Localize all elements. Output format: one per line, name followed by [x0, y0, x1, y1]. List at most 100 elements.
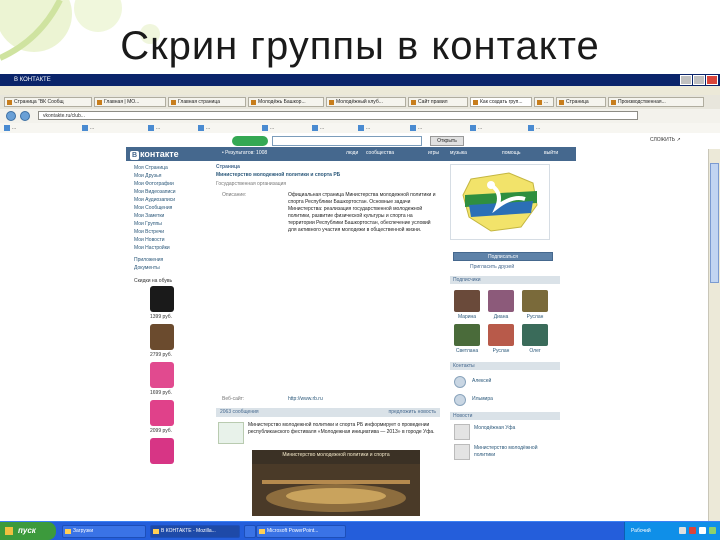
- page-label: Страница: [216, 164, 240, 170]
- member-name[interactable]: Светлана: [452, 348, 482, 354]
- scrollbar-thumb[interactable]: [710, 163, 719, 283]
- bookmark-item[interactable]: ...: [312, 125, 324, 131]
- member-name[interactable]: Олег: [520, 348, 550, 354]
- nav-people[interactable]: люди: [346, 150, 358, 157]
- nav-logout[interactable]: выйти: [544, 150, 558, 157]
- taskbar-item[interactable]: В КОНТАКТЕ - Mozilla...: [150, 525, 240, 538]
- post-text: Министерство молодежной политики и спорт…: [248, 422, 435, 435]
- volume-icon[interactable]: [699, 527, 706, 534]
- browser-tab[interactable]: ...: [534, 97, 554, 107]
- browser-tab[interactable]: Производственная...: [608, 97, 704, 107]
- suggest-news-link[interactable]: предложить новость: [388, 409, 436, 415]
- bookmark-icon: [82, 125, 88, 131]
- news-item[interactable]: Молодёжная Уфа: [474, 425, 560, 432]
- browser-tab[interactable]: Страница "ВК Сообщ: [4, 97, 92, 107]
- browser-tab[interactable]: Молодёжный клуб...: [326, 97, 406, 107]
- contact-name[interactable]: Ильмира: [472, 396, 493, 402]
- menu-friends[interactable]: Мои Друзья: [134, 172, 208, 180]
- favicon-icon: [171, 100, 176, 105]
- start-button[interactable]: пуск: [0, 522, 56, 540]
- back-icon[interactable]: [6, 111, 16, 121]
- bookmark-item[interactable]: ...: [528, 125, 540, 131]
- website-link[interactable]: http://www.rb.ru: [288, 396, 323, 402]
- news-avatar[interactable]: [454, 424, 470, 440]
- menu-groups[interactable]: Мои Группы: [134, 220, 208, 228]
- bookmark-item[interactable]: ...: [470, 125, 482, 131]
- bookmark-item[interactable]: ...: [410, 125, 422, 131]
- menu-events[interactable]: Мои Встречи: [134, 228, 208, 236]
- member-avatar[interactable]: [454, 324, 480, 346]
- menu-my-page[interactable]: Моя Страница: [134, 164, 208, 172]
- menu-apps[interactable]: Приложения: [134, 256, 208, 264]
- address-bar[interactable]: vkontakte.ru/club...: [38, 111, 638, 120]
- bookmark-item[interactable]: ...: [4, 125, 16, 131]
- ad-item[interactable]: 2099 руб.: [134, 398, 208, 436]
- menu-audio[interactable]: Мои Аудиозаписи: [134, 196, 208, 204]
- member-avatar[interactable]: [488, 324, 514, 346]
- contact-name[interactable]: Алексей: [472, 378, 491, 384]
- contact-avatar-icon[interactable]: [454, 376, 466, 388]
- subscribe-button[interactable]: Подписаться: [453, 252, 553, 261]
- member-avatar[interactable]: [522, 324, 548, 346]
- bookmark-item[interactable]: ...: [358, 125, 370, 131]
- ad-item[interactable]: 1699 руб.: [134, 360, 208, 398]
- bookmark-item[interactable]: ...: [82, 125, 94, 131]
- clock-icon[interactable]: [709, 527, 716, 534]
- browser-tab-active[interactable]: Как создать груп...: [470, 97, 532, 107]
- network-icon[interactable]: [679, 527, 686, 534]
- vk-logo[interactable]: Вконтакте: [130, 149, 179, 160]
- member-name[interactable]: Марина: [452, 314, 482, 320]
- member-name[interactable]: Руслан: [520, 314, 550, 320]
- menu-photos[interactable]: Мои Фотографии: [134, 180, 208, 188]
- vertical-scrollbar[interactable]: [708, 149, 720, 521]
- menu-videos[interactable]: Мои Видеозаписи: [134, 188, 208, 196]
- nav-games[interactable]: игры: [428, 150, 439, 157]
- menu-settings[interactable]: Мои Настройки: [134, 244, 208, 252]
- toolbar-search-button[interactable]: Открыть: [430, 136, 464, 146]
- news-avatar[interactable]: [454, 444, 470, 460]
- menu-notes[interactable]: Мои Заметки: [134, 212, 208, 220]
- alert-icon[interactable]: [689, 527, 696, 534]
- invite-friends-link[interactable]: Пригласить друзей: [470, 264, 514, 270]
- news-item[interactable]: Министерство молодёжной политики: [474, 445, 560, 459]
- menu-messages[interactable]: Мои Сообщения: [134, 204, 208, 212]
- browser-tab[interactable]: Главная страница: [168, 97, 246, 107]
- browser-tab[interactable]: Сайт правил: [408, 97, 468, 107]
- website-label: Веб-сайт:: [222, 396, 245, 402]
- browser-tab[interactable]: Молодёжь Башкор...: [248, 97, 324, 107]
- taskbar-item[interactable]: Загрузки: [62, 525, 146, 538]
- ad-item[interactable]: 2799 руб.: [134, 322, 208, 360]
- browser-tab[interactable]: Главная | МО...: [94, 97, 166, 107]
- bookmark-item[interactable]: ...: [148, 125, 160, 131]
- menu-news[interactable]: Мои Новости: [134, 236, 208, 244]
- bookmark-item[interactable]: ...: [198, 125, 210, 131]
- member-avatar[interactable]: [488, 290, 514, 312]
- member-name[interactable]: Руслан: [486, 348, 516, 354]
- member-avatar[interactable]: [522, 290, 548, 312]
- nav-music[interactable]: музыка: [450, 150, 467, 157]
- maximize-button[interactable]: [693, 75, 705, 85]
- browser-tab[interactable]: Страница: [556, 97, 606, 107]
- menu-docs[interactable]: Документы: [134, 264, 208, 272]
- bookmark-item[interactable]: ...: [262, 125, 274, 131]
- taskbar-item[interactable]: Microsoft PowerPoint...: [256, 525, 346, 538]
- favicon-icon: [537, 100, 542, 105]
- taskbar-item[interactable]: ...: [244, 525, 256, 538]
- forward-icon[interactable]: [20, 111, 30, 121]
- share-link[interactable]: СЛОЖИТЬ ↗: [650, 137, 681, 143]
- member-name[interactable]: Диана: [486, 314, 516, 320]
- post-avatar[interactable]: [218, 422, 244, 444]
- post-image[interactable]: Министерство молодежной политики и спорт…: [252, 450, 420, 516]
- nav-help[interactable]: помощь: [502, 150, 520, 157]
- ad-item[interactable]: 1399 руб.: [134, 284, 208, 322]
- ad-item[interactable]: [134, 436, 208, 474]
- contact-avatar-icon[interactable]: [454, 394, 466, 406]
- member-avatar[interactable]: [454, 290, 480, 312]
- nav-communities[interactable]: сообщества: [366, 150, 394, 157]
- minimize-button[interactable]: [680, 75, 692, 85]
- toolbar-search-input[interactable]: [272, 136, 422, 146]
- ad-price: 1699 руб.: [150, 390, 173, 396]
- close-button[interactable]: [706, 75, 718, 85]
- browser-tab-strip: Страница "ВК Сообщ Главная | МО... Главн…: [0, 95, 720, 110]
- shoe-image: [150, 362, 174, 388]
